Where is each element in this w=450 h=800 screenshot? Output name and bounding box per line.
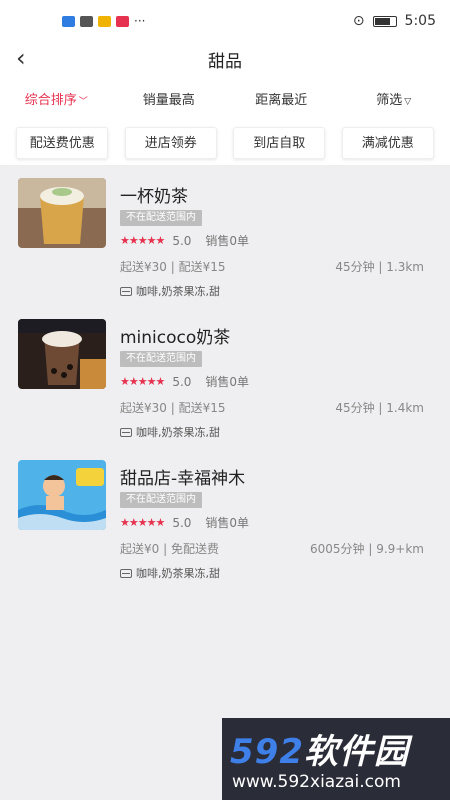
shop-thumbnail xyxy=(18,178,106,248)
watermark-brand: 592软件园 xyxy=(230,732,409,772)
status-icons: ··· xyxy=(62,14,145,28)
delivery-status-badge: 不在配送范围内 xyxy=(120,492,202,508)
shop-card[interactable]: 一杯奶茶 不在配送范围内 ★★★★★ 5.0 销售0单 起送¥30 | 配送¥1… xyxy=(0,166,450,307)
watermark: 592软件园 www.592xiazai.com xyxy=(222,718,450,800)
shop-distance: 45分钟 | 1.3km xyxy=(335,260,424,274)
status-bar: ··· ⊙ 5:05 xyxy=(0,0,450,42)
sort-tab-comprehensive[interactable]: 综合排序 ﹀ xyxy=(0,89,113,108)
shop-categories: 咖啡,奶茶果冻,甜 xyxy=(120,283,220,299)
delivery-status-badge: 不在配送范围内 xyxy=(120,351,202,367)
battery-icon xyxy=(372,15,397,27)
shop-thumbnail xyxy=(18,319,106,389)
shop-list: 一杯奶茶 不在配送范围内 ★★★★★ 5.0 销售0单 起送¥30 | 配送¥1… xyxy=(0,166,450,589)
chip-delivery-discount[interactable]: 配送费优惠 xyxy=(16,126,109,159)
shop-categories: 咖啡,奶茶果冻,甜 xyxy=(120,424,220,440)
shop-fees: 起送¥30 | 配送¥15 xyxy=(120,260,226,274)
star-rating-icon: ★★★★★ xyxy=(120,234,165,247)
back-arrow-icon[interactable]: ‹ xyxy=(16,46,26,70)
filter-icon: ▽ xyxy=(404,96,412,107)
shop-thumbnail xyxy=(18,460,106,530)
chat-icon xyxy=(80,15,93,27)
more-icon: ··· xyxy=(134,14,146,28)
shop-rating: ★★★★★ 5.0 销售0单 xyxy=(120,374,250,390)
nav-bar: ‹ 甜品 xyxy=(0,42,450,76)
delivery-status-badge: 不在配送范围内 xyxy=(120,210,202,226)
category-icon xyxy=(120,427,132,437)
app-icon-red xyxy=(116,15,129,27)
category-icon xyxy=(120,568,132,578)
chip-pickup[interactable]: 到店自取 xyxy=(233,126,326,159)
chip-full-reduction[interactable]: 满减优惠 xyxy=(341,126,434,159)
star-rating-icon: ★★★★★ xyxy=(120,375,165,388)
app-notification-icon xyxy=(62,15,75,27)
shop-distance: 45分钟 | 1.4km xyxy=(335,401,424,415)
chip-store-coupon[interactable]: 进店领券 xyxy=(124,126,217,159)
shop-card[interactable]: 甜品店-幸福神木 不在配送范围内 ★★★★★ 5.0 销售0单 起送¥0 | 免… xyxy=(0,448,450,589)
shop-fees: 起送¥0 | 免配送费 xyxy=(120,542,219,556)
shop-name: minicoco奶茶 xyxy=(120,328,231,348)
shop-rating: ★★★★★ 5.0 销售0单 xyxy=(120,515,250,531)
sort-bar: 综合排序 ﹀ 销量最高 距离最近 筛选 ▽ xyxy=(0,76,450,120)
watermark-url: www.592xiazai.com xyxy=(232,772,401,792)
status-time: 5:05 xyxy=(404,13,436,29)
filter-chips: 配送费优惠 进店领券 到店自取 满减优惠 xyxy=(0,120,450,166)
sort-tab-distance[interactable]: 距离最近 xyxy=(225,89,338,108)
location-icon: ⊙ xyxy=(352,13,365,29)
shop-rating: ★★★★★ 5.0 销售0单 xyxy=(120,233,250,249)
shop-name: 一杯奶茶 xyxy=(120,187,188,207)
shop-name: 甜品店-幸福神木 xyxy=(120,469,246,489)
star-rating-icon: ★★★★★ xyxy=(120,516,165,529)
shop-card[interactable]: minicoco奶茶 不在配送范围内 ★★★★★ 5.0 销售0单 起送¥30 … xyxy=(0,307,450,448)
sort-tab-sales[interactable]: 销量最高 xyxy=(113,89,226,108)
page-title: 甜品 xyxy=(208,51,242,72)
chevron-down-icon: ﹀ xyxy=(78,96,88,107)
shop-categories: 咖啡,奶茶果冻,甜 xyxy=(120,565,220,581)
sort-tab-filter[interactable]: 筛选 ▽ xyxy=(338,89,450,108)
shop-distance: 6005分钟 | 9.9+km xyxy=(310,542,424,556)
shop-fees: 起送¥30 | 配送¥15 xyxy=(120,401,226,415)
category-icon xyxy=(120,286,132,296)
app-icon xyxy=(98,15,111,27)
